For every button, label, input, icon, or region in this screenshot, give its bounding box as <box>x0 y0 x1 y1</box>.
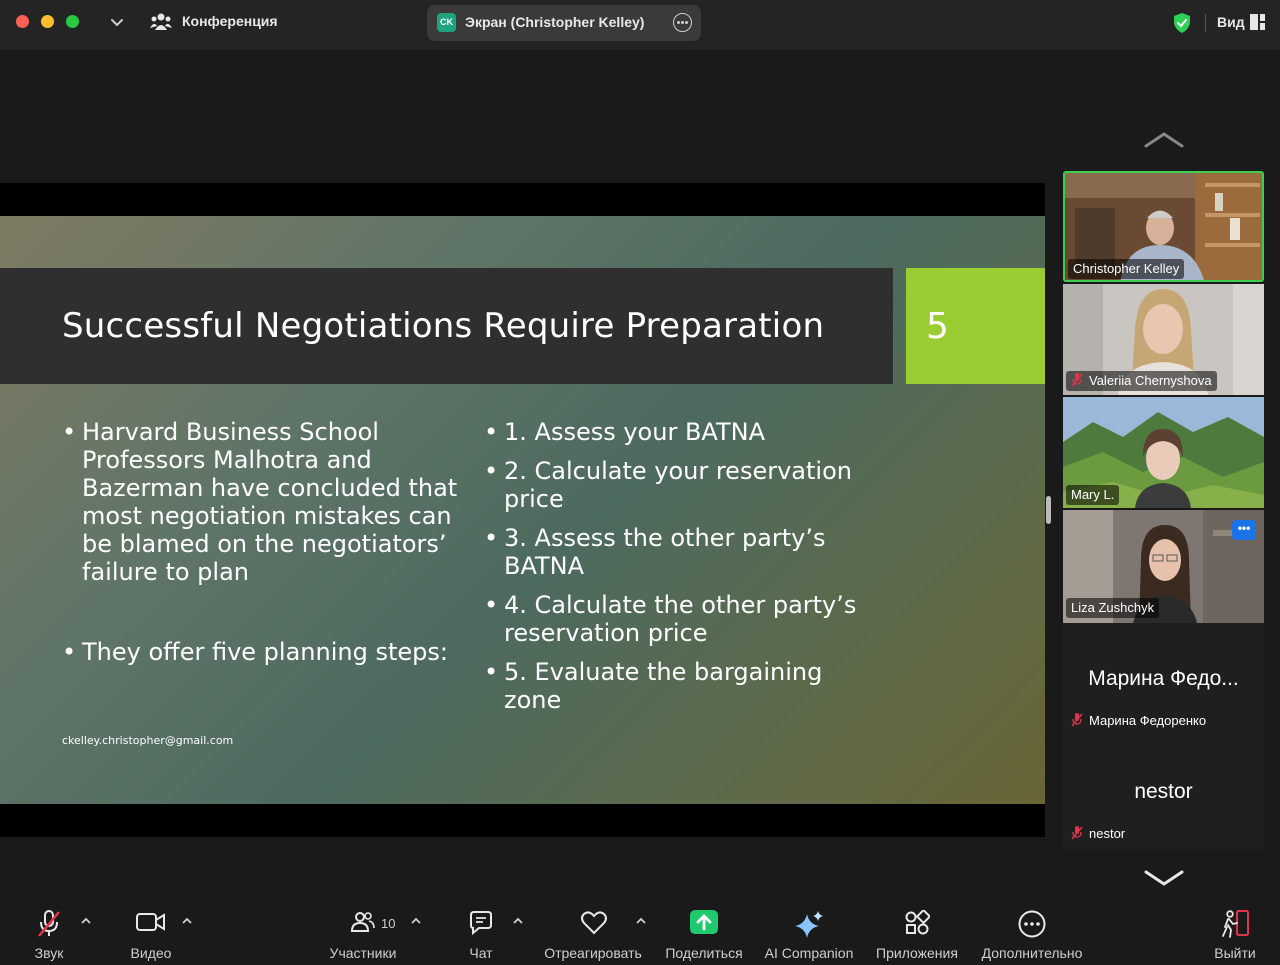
view-menu-label[interactable]: Вид <box>1217 14 1245 30</box>
screen-share-pill[interactable]: CK Экран (Christopher Kelley) <box>427 5 701 41</box>
more-button[interactable]: Дополнительно <box>976 900 1088 965</box>
video-tile[interactable]: ••• Liza Zushchyk <box>1063 510 1264 623</box>
meeting-toolbar: Звук Видео Участники 10 Чат Отреагироват… <box>0 900 1280 965</box>
audio-label: Звук <box>34 945 64 961</box>
share-label: Поделиться <box>665 945 743 961</box>
close-window-button[interactable] <box>16 15 29 28</box>
minimize-window-button[interactable] <box>41 15 54 28</box>
chat-button[interactable]: Чат <box>455 900 507 965</box>
slide-right-column: 1. Assess your BATNA 2. Calculate your r… <box>484 418 884 725</box>
slide-number: 5 <box>926 306 949 347</box>
participant-name: Марина Федоренко <box>1089 713 1207 728</box>
audio-button[interactable]: Звук <box>18 900 80 965</box>
participants-options-caret-icon[interactable] <box>410 916 422 926</box>
slide-left-column: Harvard Business School Professors Malho… <box>62 418 462 666</box>
grid-view-icon[interactable] <box>1250 14 1265 30</box>
gallery-resize-handle[interactable] <box>1046 496 1051 524</box>
title-bar: Конференция CK Экран (Christopher Kelley… <box>0 0 1280 50</box>
participants-label: Участники <box>329 945 397 961</box>
participant-name-tag: nestor <box>1066 824 1130 844</box>
ai-companion-label: AI Companion <box>764 945 854 961</box>
more-options-icon[interactable] <box>673 13 692 32</box>
participant-name-tag: Марина Федоренко <box>1066 711 1211 731</box>
divider <box>1205 14 1206 32</box>
participant-name-tag: Christopher Kelley <box>1068 259 1185 279</box>
participants-button[interactable]: Участники <box>325 900 401 965</box>
sharer-avatar-badge: CK <box>437 13 456 32</box>
muted-mic-icon <box>38 910 60 937</box>
tile-more-options-button[interactable]: ••• <box>1232 520 1256 540</box>
react-button[interactable]: Отреагировать <box>540 900 646 965</box>
participant-name: Valeriia Chernyshova <box>1089 373 1212 388</box>
heart-icon <box>581 911 607 935</box>
participant-tile-no-video[interactable]: Марина Федо... Марина Федоренко <box>1063 623 1264 736</box>
participant-name-tag: Mary L. <box>1066 485 1120 505</box>
chat-label: Чат <box>469 945 493 961</box>
video-camera-icon <box>136 913 165 931</box>
participants-count: 10 <box>381 916 396 931</box>
participant-display-name: nestor <box>1134 780 1193 803</box>
participant-name-tag: Valeriia Chernyshova <box>1066 371 1217 391</box>
video-tile[interactable]: Christopher Kelley <box>1063 171 1264 282</box>
slide-bullet: Harvard Business School Professors Malho… <box>62 418 462 586</box>
participants-icon <box>351 912 375 932</box>
audio-options-caret-icon[interactable] <box>80 916 92 926</box>
screen-share-label: Экран (Christopher Kelley) <box>465 14 645 30</box>
chat-bubble-icon <box>470 911 492 936</box>
video-tile[interactable]: Mary L. <box>1063 397 1264 508</box>
gallery-scroll-up-icon[interactable] <box>1144 130 1184 150</box>
video-options-caret-icon[interactable] <box>181 916 193 926</box>
slide-step: 4. Calculate the other party’s reservati… <box>484 591 884 647</box>
share-screen-icon <box>690 910 718 934</box>
meeting-title[interactable]: Конференция <box>182 13 278 29</box>
video-label: Видео <box>130 945 172 961</box>
slide-step: 3. Assess the other party’s BATNA <box>484 524 884 580</box>
muted-mic-icon <box>1071 826 1083 840</box>
video-tile[interactable]: Valeriia Chernyshova <box>1063 284 1264 395</box>
apps-label: Приложения <box>876 945 958 961</box>
participant-tile-no-video[interactable]: nestor nestor <box>1063 736 1264 849</box>
slide-step: 1. Assess your BATNA <box>484 418 884 446</box>
gallery-scroll-down-icon[interactable] <box>1144 868 1184 888</box>
apps-button[interactable]: Приложения <box>872 900 962 965</box>
muted-mic-icon <box>1071 713 1083 727</box>
slide-step: 2. Calculate your reservation price <box>484 457 884 513</box>
zoom-window-button[interactable] <box>66 15 79 28</box>
leave-meeting-button[interactable]: Выйти <box>1208 900 1262 965</box>
participant-display-name: Марина Федо... <box>1088 667 1239 690</box>
more-dots-icon <box>1018 910 1046 938</box>
slide-number-box: 5 <box>906 268 1045 384</box>
participant-name: nestor <box>1089 826 1126 841</box>
slide-step: 5. Evaluate the bargaining zone <box>484 658 884 714</box>
leave-exit-icon <box>1222 910 1249 938</box>
ai-companion-button[interactable]: AI Companion <box>762 900 856 965</box>
meeting-group-icon <box>150 13 172 30</box>
video-button[interactable]: Видео <box>120 900 182 965</box>
apps-icon <box>905 910 930 935</box>
leave-label: Выйти <box>1214 945 1256 961</box>
slide-bullet: They offer five planning steps: <box>62 638 462 666</box>
share-screen-button[interactable]: Поделиться <box>662 900 746 965</box>
letterbox-bottom <box>0 804 1045 837</box>
react-label: Отреагировать <box>544 945 642 961</box>
chevron-down-icon[interactable] <box>108 13 126 31</box>
slide-email: ckelley.christopher@gmail.com <box>62 734 234 747</box>
muted-mic-icon <box>1071 373 1083 387</box>
encryption-shield-icon[interactable] <box>1172 12 1192 34</box>
letterbox-top <box>0 183 1045 216</box>
react-options-caret-icon[interactable] <box>635 916 647 926</box>
participant-name-tag: Liza Zushchyk <box>1066 598 1160 618</box>
more-label: Дополнительно <box>981 945 1083 961</box>
shared-screen-slide: Successful Negotiations Require Preparat… <box>0 216 1045 804</box>
slide-title-bar: Successful Negotiations Require Preparat… <box>0 268 893 384</box>
ai-sparkle-icon <box>795 911 823 938</box>
chat-options-caret-icon[interactable] <box>512 916 524 926</box>
slide-title: Successful Negotiations Require Preparat… <box>62 306 825 346</box>
